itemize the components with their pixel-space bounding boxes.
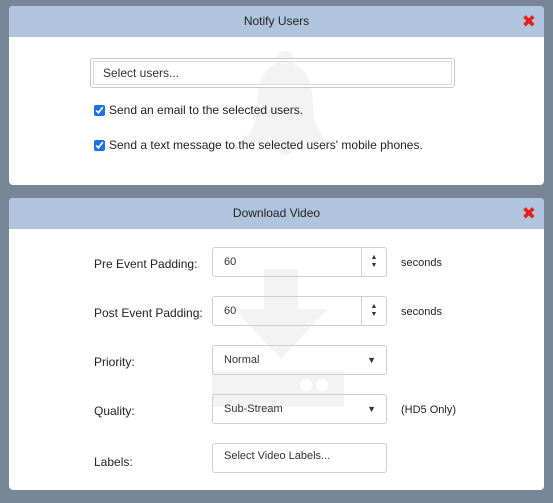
sms-option[interactable]: Send a text message to the selected user… bbox=[94, 138, 423, 152]
pre-padding-unit: seconds bbox=[401, 257, 442, 269]
post-padding-spinner[interactable]: ▲ ▼ bbox=[361, 297, 386, 325]
close-icon[interactable]: ✖ bbox=[522, 6, 536, 37]
dialog-header: Download Video ✖ bbox=[9, 198, 544, 229]
email-option[interactable]: Send an email to the selected users. bbox=[94, 103, 303, 117]
post-padding-label: Post Event Padding: bbox=[94, 306, 203, 320]
sms-option-label: Send a text message to the selected user… bbox=[109, 138, 423, 152]
spin-up-icon[interactable]: ▲ bbox=[371, 303, 378, 311]
spin-down-icon[interactable]: ▼ bbox=[371, 311, 378, 319]
dialog-title: Download Video bbox=[232, 206, 321, 220]
download-video-dialog: Download Video ✖ Pre Event Padding: 60 ▲… bbox=[9, 198, 544, 490]
email-checkbox[interactable] bbox=[94, 104, 105, 116]
spin-up-icon[interactable]: ▲ bbox=[371, 254, 378, 262]
video-labels-input[interactable]: Select Video Labels... bbox=[212, 443, 387, 473]
labels-label: Labels: bbox=[94, 455, 133, 469]
select-users-input[interactable]: Select users... bbox=[90, 58, 455, 88]
quality-value: Sub-Stream bbox=[224, 403, 283, 415]
chevron-down-icon: ▼ bbox=[367, 355, 376, 365]
quality-note: (HD5 Only) bbox=[401, 404, 457, 416]
dialog-body: Pre Event Padding: 60 ▲ ▼ seconds Post E… bbox=[9, 229, 544, 490]
pre-padding-label: Pre Event Padding: bbox=[94, 257, 198, 271]
spin-down-icon[interactable]: ▼ bbox=[371, 262, 378, 270]
quality-select[interactable]: Sub-Stream ▼ bbox=[212, 394, 387, 424]
priority-value: Normal bbox=[224, 354, 260, 366]
pre-padding-input[interactable]: 60 ▲ ▼ bbox=[212, 247, 387, 277]
dialog-header: Notify Users ✖ bbox=[9, 6, 544, 37]
priority-select[interactable]: Normal ▼ bbox=[212, 345, 387, 375]
quality-label: Quality: bbox=[94, 404, 135, 418]
notify-users-dialog: Notify Users ✖ Select users... Send an e… bbox=[9, 6, 544, 185]
sms-checkbox[interactable] bbox=[94, 139, 105, 151]
email-option-label: Send an email to the selected users. bbox=[109, 103, 304, 117]
post-padding-unit: seconds bbox=[401, 306, 442, 318]
pre-padding-spinner[interactable]: ▲ ▼ bbox=[361, 248, 386, 276]
close-icon[interactable]: ✖ bbox=[522, 198, 536, 229]
chevron-down-icon: ▼ bbox=[367, 404, 376, 414]
dialog-body: Select users... Send an email to the sel… bbox=[9, 37, 544, 185]
pre-padding-value: 60 bbox=[224, 256, 237, 268]
dialog-title: Notify Users bbox=[243, 14, 310, 28]
video-labels-placeholder: Select Video Labels... bbox=[224, 450, 331, 462]
post-padding-input[interactable]: 60 ▲ ▼ bbox=[212, 296, 387, 326]
post-padding-value: 60 bbox=[224, 305, 237, 317]
priority-label: Priority: bbox=[94, 355, 135, 369]
